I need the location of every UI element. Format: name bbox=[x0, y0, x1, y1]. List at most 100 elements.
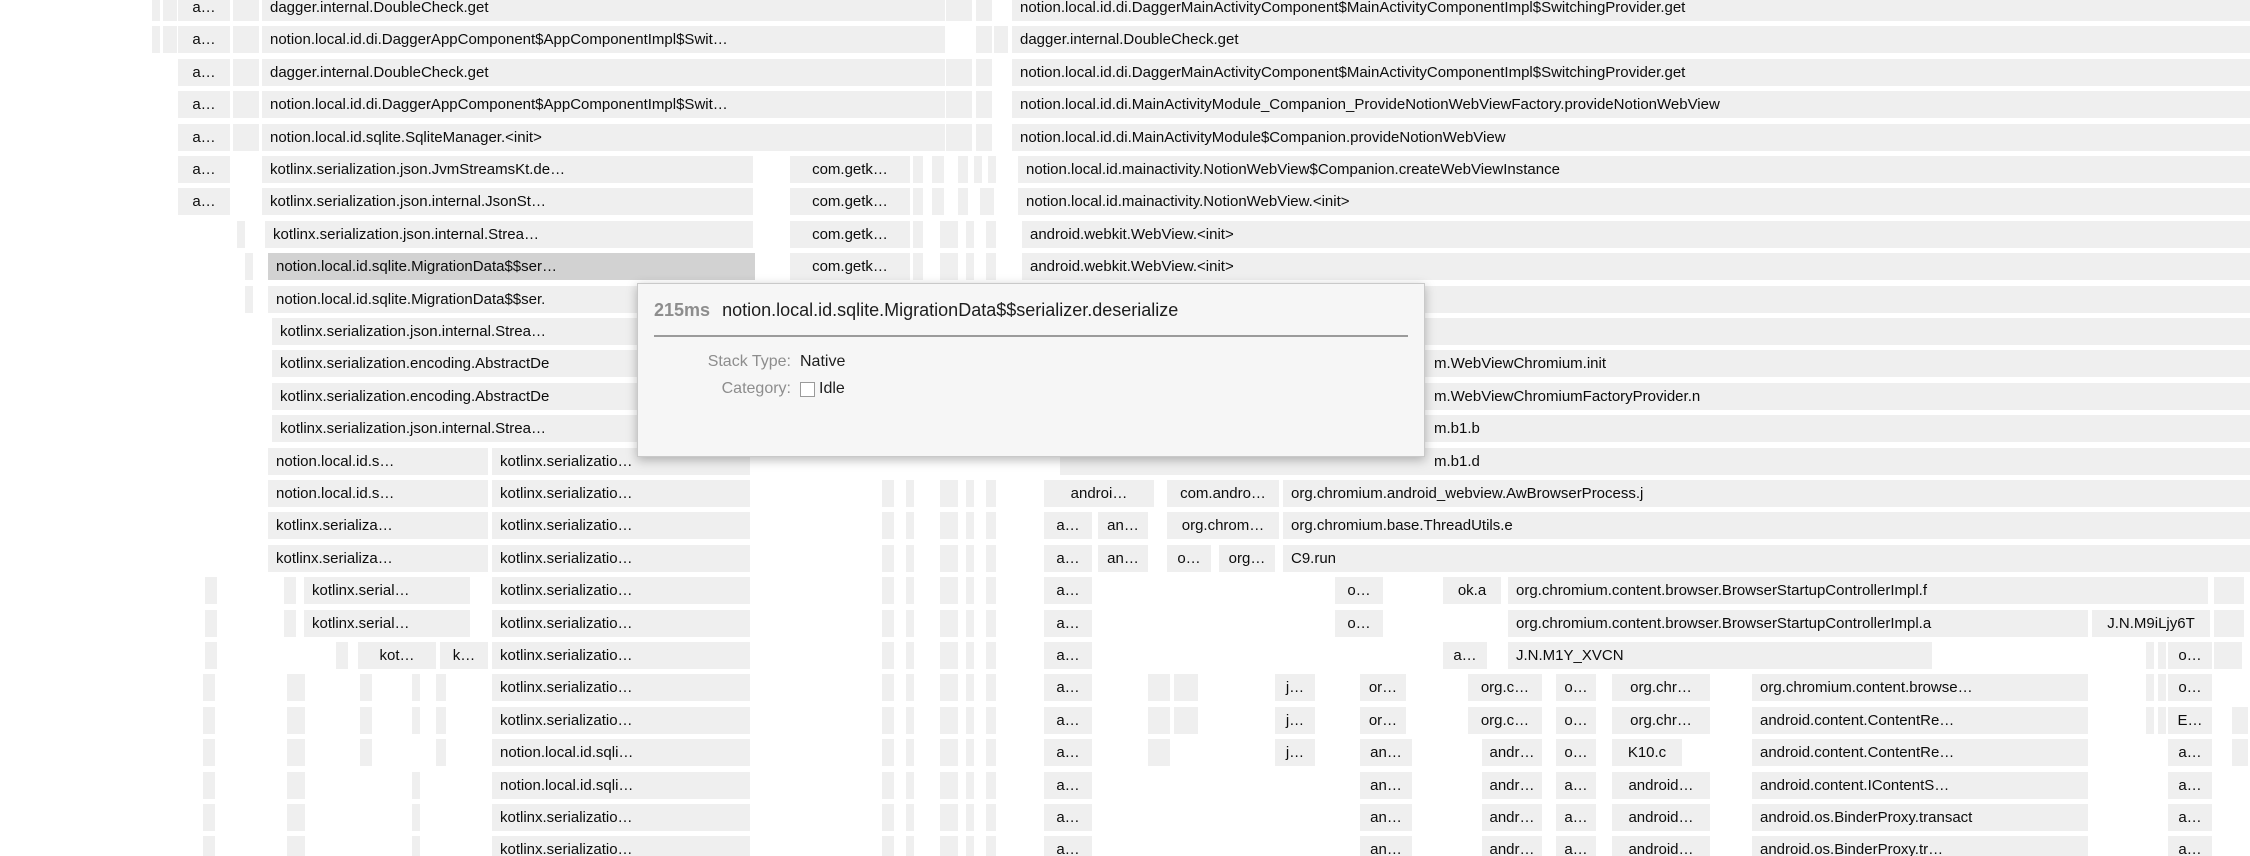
stack-frame[interactable]: o… bbox=[1335, 610, 1383, 637]
stack-frame-sliver[interactable] bbox=[986, 480, 996, 507]
stack-frame-sliver[interactable] bbox=[882, 836, 894, 856]
stack-frame-sliver[interactable] bbox=[360, 674, 372, 701]
stack-frame[interactable]: a… bbox=[1044, 610, 1092, 637]
stack-frame[interactable]: j… bbox=[1275, 707, 1315, 734]
stack-frame[interactable]: notion.local.id.di.DaggerMainActivityCom… bbox=[1012, 59, 2250, 86]
stack-frame[interactable]: a… bbox=[2168, 804, 2212, 831]
stack-frame[interactable]: andr… bbox=[1482, 804, 1542, 831]
stack-frame[interactable]: kotlinx.serialization.json.internal.Json… bbox=[262, 188, 753, 215]
stack-frame[interactable]: notion.local.id.sqli… bbox=[492, 772, 750, 799]
stack-frame-sliver[interactable] bbox=[205, 610, 217, 637]
stack-frame-sliver[interactable] bbox=[287, 674, 305, 701]
stack-frame[interactable]: com.getk… bbox=[790, 221, 910, 248]
stack-frame[interactable]: androi… bbox=[1044, 480, 1154, 507]
stack-frame-sliver[interactable] bbox=[436, 674, 446, 701]
stack-frame-sliver[interactable] bbox=[986, 221, 996, 248]
stack-frame[interactable]: or… bbox=[1360, 674, 1406, 701]
stack-frame-sliver[interactable] bbox=[882, 610, 894, 637]
stack-frame[interactable]: notion.local.id.di.MainActivityModule$Co… bbox=[1012, 124, 2250, 151]
stack-frame-sliver[interactable] bbox=[966, 610, 974, 637]
stack-frame[interactable]: a… bbox=[1044, 707, 1092, 734]
stack-frame[interactable]: o… bbox=[1556, 707, 1596, 734]
stack-frame-sliver[interactable] bbox=[976, 26, 992, 53]
stack-frame-sliver[interactable] bbox=[412, 836, 420, 856]
stack-frame[interactable]: kotlinx.serializatio… bbox=[492, 577, 750, 604]
stack-frame[interactable]: dagger.internal.DoubleCheck.get bbox=[262, 59, 945, 86]
stack-frame[interactable]: a… bbox=[178, 156, 230, 183]
stack-frame[interactable]: o… bbox=[1556, 674, 1596, 701]
stack-frame-sliver[interactable] bbox=[163, 26, 177, 53]
stack-frame[interactable]: kotlinx.serializatio… bbox=[492, 545, 750, 572]
stack-frame[interactable]: a… bbox=[1044, 836, 1092, 856]
stack-frame-sliver[interactable] bbox=[986, 836, 996, 856]
stack-frame-sliver[interactable] bbox=[882, 739, 894, 766]
stack-frame-sliver[interactable] bbox=[913, 188, 923, 215]
stack-frame-sliver[interactable] bbox=[882, 642, 894, 669]
stack-frame-sliver[interactable] bbox=[360, 739, 372, 766]
stack-frame-sliver[interactable] bbox=[940, 836, 958, 856]
stack-frame-sliver[interactable] bbox=[906, 577, 914, 604]
stack-frame-sliver[interactable] bbox=[940, 610, 958, 637]
stack-frame-sliver[interactable] bbox=[1174, 674, 1198, 701]
stack-frame-sliver[interactable] bbox=[1174, 707, 1198, 734]
stack-frame-sliver[interactable] bbox=[287, 739, 305, 766]
stack-frame-sliver[interactable] bbox=[284, 610, 296, 637]
stack-frame-sliver[interactable] bbox=[966, 253, 974, 280]
stack-frame[interactable]: android.os.BinderProxy.tr… bbox=[1752, 836, 2088, 856]
stack-frame-sliver[interactable] bbox=[203, 674, 215, 701]
stack-frame[interactable]: kotlinx.serializatio… bbox=[492, 836, 750, 856]
stack-frame-sliver[interactable] bbox=[906, 772, 914, 799]
stack-frame[interactable]: org.chr… bbox=[1612, 707, 1710, 734]
stack-frame[interactable]: ok.a bbox=[1443, 577, 1501, 604]
stack-frame[interactable]: android.webkit.WebView.<init> bbox=[1022, 221, 2250, 248]
stack-frame[interactable]: notion.local.id.s… bbox=[268, 448, 488, 475]
stack-frame-sliver[interactable] bbox=[1148, 674, 1170, 701]
stack-frame-sliver[interactable] bbox=[205, 577, 217, 604]
stack-frame-sliver[interactable] bbox=[245, 286, 253, 313]
stack-frame[interactable]: org… bbox=[1219, 545, 1275, 572]
stack-frame[interactable]: notion.local.id.mainactivity.NotionWebVi… bbox=[1018, 156, 2250, 183]
stack-frame-sliver[interactable] bbox=[287, 772, 305, 799]
stack-frame-sliver[interactable] bbox=[284, 577, 296, 604]
stack-frame-sliver[interactable] bbox=[932, 0, 942, 21]
stack-frame-sliver[interactable] bbox=[882, 512, 894, 539]
stack-frame-sliver[interactable] bbox=[203, 836, 215, 856]
stack-frame[interactable]: a… bbox=[1556, 836, 1596, 856]
stack-frame-sliver[interactable] bbox=[976, 91, 992, 118]
stack-frame-sliver[interactable] bbox=[2232, 739, 2248, 766]
stack-frame[interactable]: org.chromium.content.browser.BrowserStar… bbox=[1508, 610, 2088, 637]
stack-frame[interactable]: a… bbox=[1044, 642, 1092, 669]
stack-frame-sliver[interactable] bbox=[986, 512, 996, 539]
stack-frame[interactable]: a… bbox=[1044, 804, 1092, 831]
stack-frame-sliver[interactable] bbox=[986, 674, 996, 701]
stack-frame-sliver[interactable] bbox=[360, 707, 372, 734]
stack-frame-sliver[interactable] bbox=[233, 59, 259, 86]
stack-frame-sliver[interactable] bbox=[946, 91, 972, 118]
stack-frame-sliver[interactable] bbox=[913, 253, 923, 280]
stack-frame-sliver[interactable] bbox=[986, 610, 996, 637]
stack-frame[interactable]: andr… bbox=[1482, 772, 1542, 799]
stack-frame[interactable]: an… bbox=[1360, 739, 1412, 766]
stack-frame-sliver[interactable] bbox=[986, 253, 996, 280]
stack-frame[interactable]: a… bbox=[1044, 577, 1092, 604]
stack-frame-sliver[interactable] bbox=[940, 804, 958, 831]
stack-frame-sliver[interactable] bbox=[152, 26, 160, 53]
stack-frame-sliver[interactable] bbox=[2214, 577, 2244, 604]
stack-frame-sliver[interactable] bbox=[882, 804, 894, 831]
stack-frame-sliver[interactable] bbox=[203, 707, 215, 734]
stack-frame[interactable]: a… bbox=[178, 91, 230, 118]
stack-frame-sliver[interactable] bbox=[882, 480, 894, 507]
stack-frame[interactable]: a… bbox=[178, 59, 230, 86]
stack-frame[interactable]: kotlinx.serializa… bbox=[268, 512, 488, 539]
stack-frame-sliver[interactable] bbox=[974, 156, 982, 183]
stack-frame[interactable]: notion.local.id.sqlite.SqliteManager.<in… bbox=[262, 124, 945, 151]
stack-frame[interactable]: kotlinx.serializatio… bbox=[492, 610, 750, 637]
stack-frame[interactable]: J.N.M9iLjy6T bbox=[2092, 610, 2210, 637]
stack-frame-sliver[interactable] bbox=[966, 642, 974, 669]
stack-frame[interactable]: kotlinx.serializa… bbox=[268, 545, 488, 572]
stack-frame-sliver[interactable] bbox=[940, 221, 958, 248]
stack-frame-sliver[interactable] bbox=[913, 156, 923, 183]
stack-frame[interactable]: org.chromium.android_webview.AwBrowserPr… bbox=[1283, 480, 2250, 507]
stack-frame-sliver[interactable] bbox=[986, 739, 996, 766]
stack-frame-sliver[interactable] bbox=[913, 221, 923, 248]
